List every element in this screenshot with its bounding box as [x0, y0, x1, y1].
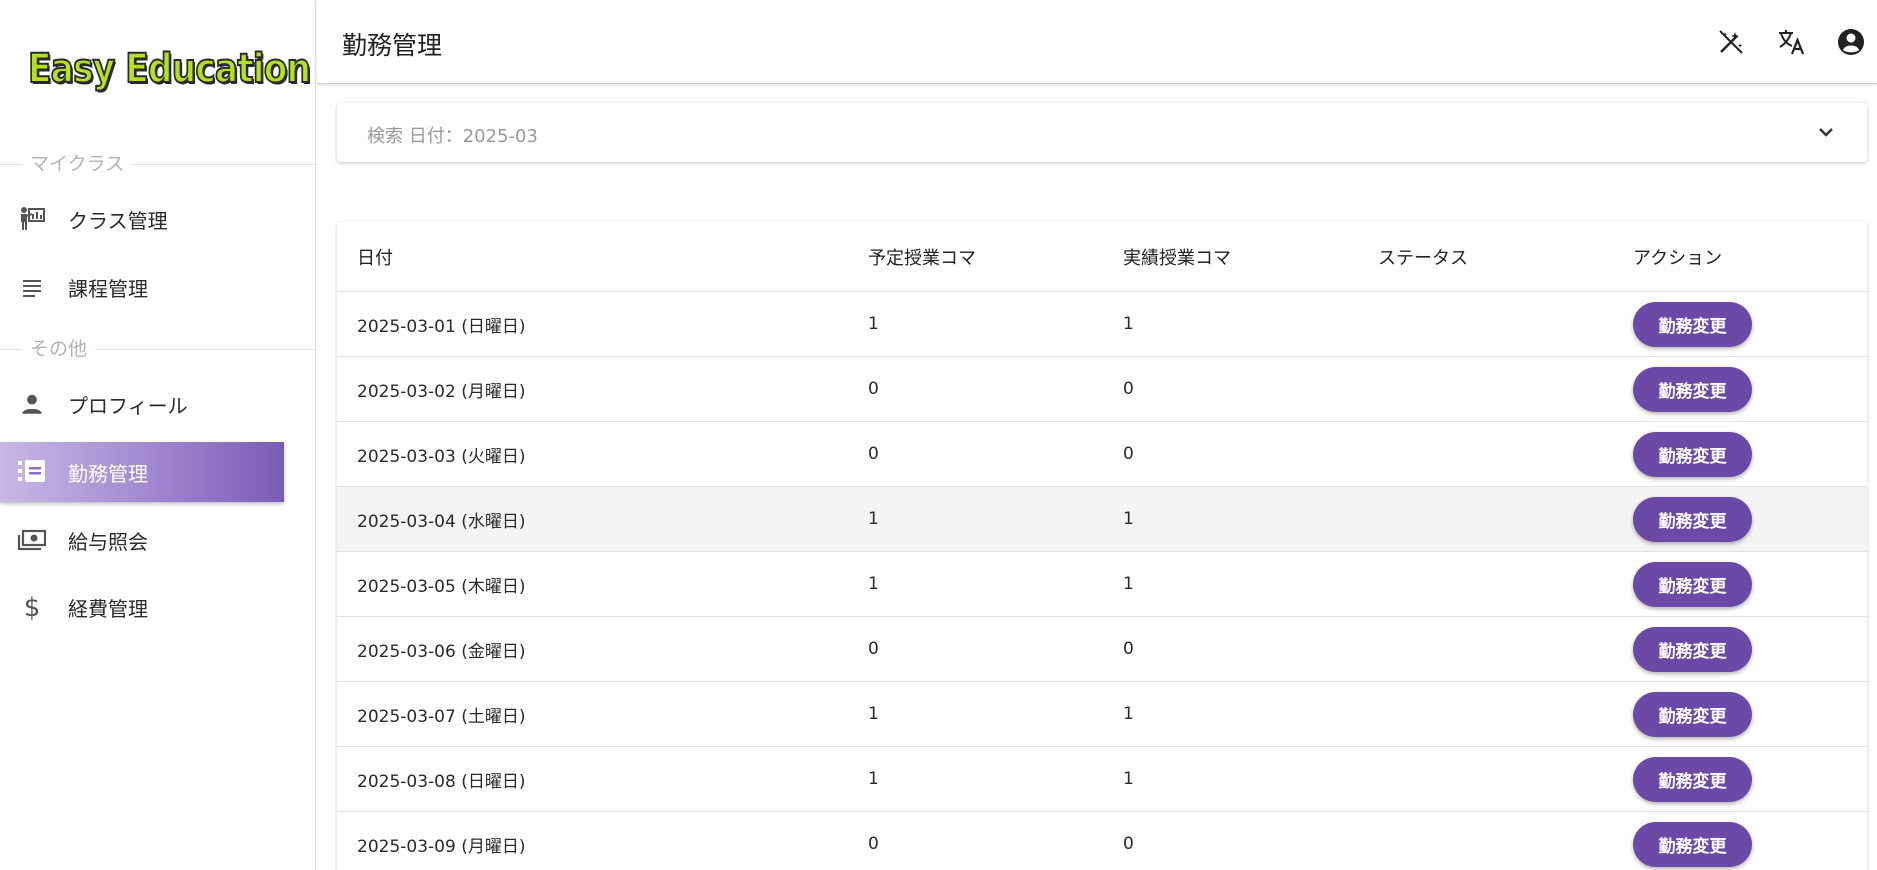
table-row: 2025-03-02 (月曜日) 0 0 勤務変更	[337, 357, 1867, 422]
app-root: Easy Education マイクラス クラス管理 課程管理 その他 プロフィ…	[0, 0, 1877, 870]
column-header-actual: 実績授業コマ	[1123, 247, 1231, 269]
change-attendance-button[interactable]: 勤務変更	[1633, 366, 1752, 412]
date-cell: 2025-03-02 (月曜日)	[357, 381, 526, 402]
change-attendance-button[interactable]: 勤務変更	[1633, 496, 1752, 542]
date-cell: 2025-03-08 (日曜日)	[357, 771, 526, 792]
action-cell: 勤務変更	[1633, 812, 1752, 870]
theme-toggle-icon[interactable]	[1715, 26, 1747, 58]
actual-cell: 1	[1123, 509, 1134, 529]
column-header-date: 日付	[357, 247, 393, 269]
translate-icon[interactable]	[1775, 26, 1807, 58]
sidebar-item-expenses[interactable]: $ 経費管理	[0, 577, 284, 637]
logo-text: Easy Education	[27, 45, 312, 93]
change-attendance-button[interactable]: 勤務変更	[1633, 691, 1752, 737]
date-cell: 2025-03-04 (水曜日)	[357, 511, 526, 532]
svg-text:$: $	[24, 593, 41, 621]
planned-cell: 0	[868, 639, 879, 659]
attendance-icon	[17, 457, 47, 487]
table-row: 2025-03-07 (土曜日) 1 1 勤務変更	[337, 682, 1867, 747]
date-cell: 2025-03-09 (月曜日)	[357, 836, 526, 857]
section-label: マイクラス	[22, 154, 133, 174]
action-cell: 勤務変更	[1633, 617, 1752, 681]
planned-cell: 0	[868, 379, 879, 399]
date-cell: 2025-03-03 (火曜日)	[357, 446, 526, 467]
sidebar-item-label: 経費管理	[68, 596, 148, 621]
change-attendance-button[interactable]: 勤務変更	[1633, 626, 1752, 672]
planned-cell: 1	[868, 574, 879, 594]
search-panel[interactable]: 検索 日付：2025-03	[337, 103, 1867, 162]
section-label: その他	[22, 339, 96, 359]
action-cell: 勤務変更	[1633, 292, 1752, 356]
section-other: その他	[0, 339, 316, 359]
logo[interactable]: Easy Education	[27, 38, 312, 100]
actual-cell: 0	[1123, 834, 1134, 854]
action-cell: 勤務変更	[1633, 487, 1752, 551]
actual-cell: 0	[1123, 639, 1134, 659]
actual-cell: 1	[1123, 314, 1134, 334]
actual-cell: 0	[1123, 379, 1134, 399]
search-summary: 検索 日付：2025-03	[367, 126, 538, 147]
action-cell: 勤務変更	[1633, 357, 1752, 421]
chevron-down-icon[interactable]	[1815, 121, 1837, 143]
sidebar: Easy Education マイクラス クラス管理 課程管理 その他 プロフィ…	[0, 0, 316, 870]
table-header-row: 日付 予定授業コマ 実績授業コマ ステータス アクション	[337, 222, 1867, 292]
planned-cell: 1	[868, 509, 879, 529]
date-cell: 2025-03-07 (土曜日)	[357, 706, 526, 727]
dollar-icon: $	[17, 592, 47, 622]
account-icon[interactable]	[1835, 26, 1867, 58]
attendance-table: 日付 予定授業コマ 実績授業コマ ステータス アクション 2025-03-01 …	[337, 222, 1867, 870]
actual-cell: 1	[1123, 769, 1134, 789]
sidebar-item-class-management[interactable]: クラス管理	[0, 189, 284, 249]
page-title: 勤務管理	[342, 31, 443, 60]
column-header-status: ステータス	[1378, 247, 1468, 269]
sidebar-item-label: 勤務管理	[68, 461, 148, 486]
money-icon	[17, 525, 47, 555]
actual-cell: 1	[1123, 574, 1134, 594]
change-attendance-button[interactable]: 勤務変更	[1633, 301, 1752, 347]
column-header-action: アクション	[1633, 247, 1723, 269]
change-attendance-button[interactable]: 勤務変更	[1633, 821, 1752, 867]
table-row: 2025-03-01 (日曜日) 1 1 勤務変更	[337, 292, 1867, 357]
change-attendance-button[interactable]: 勤務変更	[1633, 431, 1752, 477]
table-row: 2025-03-06 (金曜日) 0 0 勤務変更	[337, 617, 1867, 682]
sidebar-item-salary[interactable]: 給与照会	[0, 510, 284, 570]
change-attendance-button[interactable]: 勤務変更	[1633, 561, 1752, 607]
sidebar-item-label: 給与照会	[68, 529, 148, 554]
action-cell: 勤務変更	[1633, 422, 1752, 486]
table-row: 2025-03-05 (木曜日) 1 1 勤務変更	[337, 552, 1867, 617]
planned-cell: 1	[868, 314, 879, 334]
planned-cell: 0	[868, 444, 879, 464]
action-cell: 勤務変更	[1633, 552, 1752, 616]
sidebar-item-attendance[interactable]: 勤務管理	[0, 442, 284, 502]
top-header: 勤務管理	[317, 0, 1877, 84]
list-icon	[17, 272, 47, 302]
date-cell: 2025-03-06 (金曜日)	[357, 641, 526, 662]
planned-cell: 1	[868, 769, 879, 789]
sidebar-item-profile[interactable]: プロフィール	[0, 374, 284, 434]
person-icon	[17, 389, 47, 419]
date-cell: 2025-03-05 (木曜日)	[357, 576, 526, 597]
table-row: 2025-03-09 (月曜日) 0 0 勤務変更	[337, 812, 1867, 870]
class-icon	[17, 204, 47, 234]
table-row: 2025-03-04 (水曜日) 1 1 勤務変更	[337, 487, 1867, 552]
sidebar-item-label: プロフィール	[68, 393, 188, 418]
column-header-planned: 予定授業コマ	[868, 247, 976, 269]
planned-cell: 0	[868, 834, 879, 854]
section-my-class: マイクラス	[0, 154, 316, 174]
table-row: 2025-03-03 (火曜日) 0 0 勤務変更	[337, 422, 1867, 487]
table-row: 2025-03-08 (日曜日) 1 1 勤務変更	[337, 747, 1867, 812]
sidebar-item-label: クラス管理	[68, 208, 168, 233]
sidebar-item-label: 課程管理	[68, 276, 148, 301]
actual-cell: 0	[1123, 444, 1134, 464]
sidebar-item-course-management[interactable]: 課程管理	[0, 257, 284, 317]
actual-cell: 1	[1123, 704, 1134, 724]
planned-cell: 1	[868, 704, 879, 724]
change-attendance-button[interactable]: 勤務変更	[1633, 756, 1752, 802]
date-cell: 2025-03-01 (日曜日)	[357, 316, 526, 337]
action-cell: 勤務変更	[1633, 682, 1752, 746]
action-cell: 勤務変更	[1633, 747, 1752, 811]
